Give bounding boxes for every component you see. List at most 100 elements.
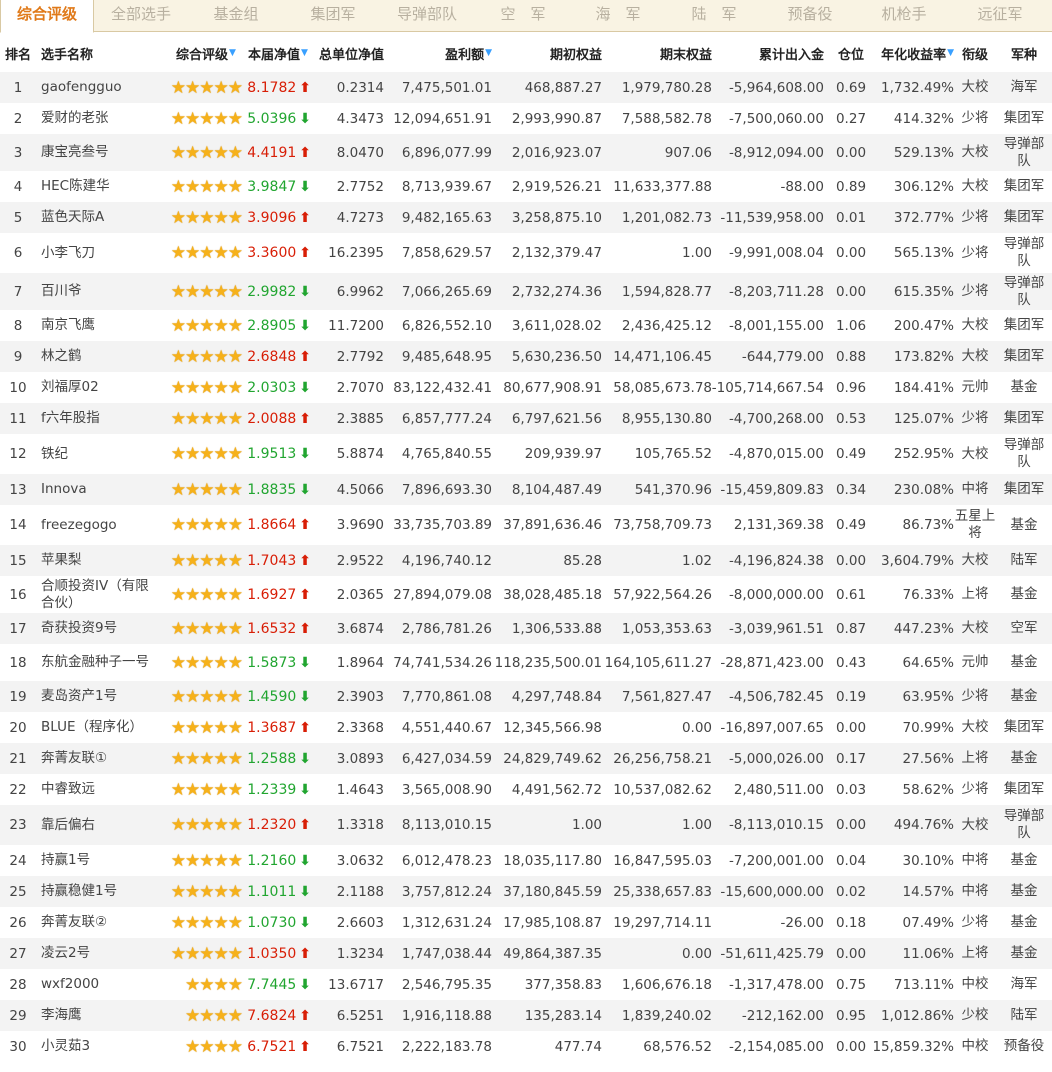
- arrow-up-icon: ⬆: [299, 410, 311, 427]
- rank-cell: 21: [9, 750, 27, 767]
- player-name-link[interactable]: 合顺投资IV（有限合伙）: [41, 576, 151, 613]
- table-row[interactable]: 29 李海鹰 ★★★★ 7.6824 ⬆ 6.5251 1,916,118.88 135,28…: [0, 1000, 1052, 1031]
- branch-cell: 基金: [1010, 379, 1038, 395]
- table-row[interactable]: 22 中睿致远 ★★★★★ 1.2339 ⬇ 1.4643 3,565,008.90 4,49…: [0, 774, 1052, 805]
- player-name-link[interactable]: 靠后偏右: [41, 805, 151, 845]
- header-nav[interactable]: 本届净值 ▼: [243, 34, 313, 72]
- player-name-link[interactable]: 爱财的老张: [41, 103, 151, 134]
- tab-4[interactable]: 导弹部队: [378, 0, 476, 31]
- header-rating[interactable]: 综合评级 ▼: [170, 34, 242, 72]
- table-row[interactable]: 21 奔菁友联① ★★★★★ 1.2588 ⬇ 3.0893 6,427,034.59 24,…: [0, 743, 1052, 774]
- table-row[interactable]: 8 南京飞鹰 ★★★★★ 2.8905 ⬇ 11.7200 6,826,552.10 3,61…: [0, 310, 1052, 341]
- tab-0[interactable]: 综合评级: [0, 0, 94, 33]
- tab-6[interactable]: 海 军: [568, 0, 668, 31]
- table-row[interactable]: 28 wxf2000 ★★★★ 7.7445 ⬇ 13.6717 2,546,795.35 3…: [0, 969, 1052, 1000]
- position-cell: 0.27: [835, 110, 867, 127]
- unit-nav-cell: 3.6874: [336, 620, 384, 637]
- player-name-link[interactable]: 小李飞刀: [41, 233, 151, 273]
- player-name-link[interactable]: 东航金融种子一号: [41, 644, 151, 681]
- end-equity-cell: 19,297,714.11: [613, 914, 712, 931]
- tab-2[interactable]: 基金组: [190, 0, 282, 31]
- end-equity-cell: 26,256,758.21: [613, 750, 712, 767]
- player-name-link[interactable]: 林之鹤: [41, 341, 151, 372]
- table-row[interactable]: 12 铁纪 ★★★★★ 1.9513 ⬇ 5.8874 4,765,840.55 209,93…: [0, 434, 1052, 474]
- player-name-link[interactable]: freezegogo: [41, 505, 151, 545]
- nav-cell: 8.1782 ⬆: [243, 72, 311, 103]
- table-row[interactable]: 9 林之鹤 ★★★★★ 2.6848 ⬆ 2.7792 9,485,648.95 5,630,…: [0, 341, 1052, 372]
- tab-1[interactable]: 全部选手: [92, 0, 190, 31]
- end-equity-cell: 1,053,353.63: [621, 620, 712, 637]
- player-name-link[interactable]: BLUE（程序化）: [41, 712, 151, 743]
- arrow-down-icon: ⬇: [299, 688, 311, 705]
- tab-5[interactable]: 空 军: [473, 0, 573, 31]
- player-name-link[interactable]: 康宝亮叁号: [41, 134, 151, 171]
- player-name-link[interactable]: 奇获投资9号: [41, 613, 151, 644]
- table-row[interactable]: 30 小灵茹3 ★★★★ 6.7521 ⬆ 6.7521 2,222,183.78 477.7…: [0, 1031, 1052, 1062]
- table-row[interactable]: 1 gaofengguo ★★★★★ 8.1782 ⬆ 0.2314 7,475,501.0…: [0, 72, 1052, 103]
- nav-cell: 3.3600 ⬆: [243, 233, 311, 273]
- table-row[interactable]: 5 蓝色天际A ★★★★★ 3.9096 ⬆ 4.7273 9,482,165.63 3,25…: [0, 202, 1052, 233]
- position-cell: 0.61: [835, 586, 867, 603]
- header-profit[interactable]: 盈利额 ▼: [396, 34, 492, 72]
- table-row[interactable]: 23 靠后偏右 ★★★★★ 1.2320 ⬆ 1.3318 8,113,010.15 1.00…: [0, 805, 1052, 845]
- table-row[interactable]: 27 凌云2号 ★★★★★ 1.0350 ⬆ 1.3234 1,747,038.44 49,8…: [0, 938, 1052, 969]
- player-name-link[interactable]: 麦岛资产1号: [41, 681, 151, 712]
- player-name-link[interactable]: 中睿致远: [41, 774, 151, 805]
- player-name-link[interactable]: f六年股指: [41, 403, 151, 434]
- table-row[interactable]: 6 小李飞刀 ★★★★★ 3.3600 ⬆ 16.2395 7,858,629.57 2,13…: [0, 233, 1052, 273]
- player-name-link[interactable]: 持赢稳健1号: [41, 876, 151, 907]
- tab-10[interactable]: 远征军: [952, 0, 1048, 31]
- table-row[interactable]: 26 奔菁友联② ★★★★★ 1.0730 ⬇ 2.6603 1,312,631.24 17,…: [0, 907, 1052, 938]
- table-row[interactable]: 10 刘福厚02 ★★★★★ 2.0303 ⬇ 2.7070 83,122,432.41 80…: [0, 372, 1052, 403]
- table-row[interactable]: 20 BLUE（程序化） ★★★★★ 1.3687 ⬆ 2.3368 4,551,440.6…: [0, 712, 1052, 743]
- tab-9[interactable]: 机枪手: [857, 0, 951, 31]
- player-name-link[interactable]: 铁纪: [41, 434, 151, 474]
- tab-7[interactable]: 陆 军: [665, 0, 763, 31]
- rank-cell: 4: [13, 178, 23, 195]
- player-name-link[interactable]: wxf2000: [41, 969, 151, 1000]
- start-equity-cell: 2,016,923.07: [511, 144, 602, 161]
- player-name-link[interactable]: 持赢1号: [41, 845, 151, 876]
- tab-8[interactable]: 预备役: [762, 0, 858, 31]
- start-equity-cell: 468,887.27: [524, 79, 602, 96]
- player-name-link[interactable]: 凌云2号: [41, 938, 151, 969]
- unit-nav-cell: 2.0365: [336, 586, 384, 603]
- player-name-link[interactable]: 小灵茹3: [41, 1031, 151, 1062]
- player-name-link[interactable]: gaofengguo: [41, 72, 151, 103]
- table-row[interactable]: 16 合顺投资IV（有限合伙） ★★★★★ 1.6927 ⬆ 2.0365 27,894,0…: [0, 576, 1052, 613]
- player-name-link[interactable]: 百川爷: [41, 273, 151, 310]
- annual-return-cell: 07.49%: [902, 914, 954, 931]
- header-grade: 衔级: [961, 47, 988, 63]
- player-name-link[interactable]: Innova: [41, 474, 151, 505]
- player-name-link[interactable]: 刘福厚02: [41, 372, 151, 403]
- nav-cell: 1.4590 ⬇: [243, 681, 311, 712]
- player-name-link[interactable]: 南京飞鹰: [41, 310, 151, 341]
- table-row[interactable]: 11 f六年股指 ★★★★★ 2.0088 ⬆ 2.3885 6,857,777.24 6,7…: [0, 403, 1052, 434]
- table-row[interactable]: 4 HEC陈建华 ★★★★★ 3.9847 ⬇ 2.7752 8,713,939.67 2,9…: [0, 171, 1052, 202]
- header-annual-return[interactable]: 年化收益率 ▼: [868, 34, 954, 72]
- player-name-link[interactable]: 李海鹰: [41, 1000, 151, 1031]
- rank-cell: 2: [13, 110, 23, 127]
- table-row[interactable]: 17 奇获投资9号 ★★★★★ 1.6532 ⬆ 3.6874 2,786,781.26 1,…: [0, 613, 1052, 644]
- table-row[interactable]: 7 百川爷 ★★★★★ 2.9982 ⬇ 6.9962 7,066,265.69 2,732,…: [0, 273, 1052, 310]
- rank-cell: 3: [13, 144, 23, 161]
- table-row[interactable]: 24 持赢1号 ★★★★★ 1.2160 ⬇ 3.0632 6,012,478.23 18,0…: [0, 845, 1052, 876]
- player-name-link[interactable]: 奔菁友联①: [41, 743, 151, 774]
- table-row[interactable]: 14 freezegogo ★★★★★ 1.8664 ⬆ 3.9690 33,735,703…: [0, 505, 1052, 545]
- tab-3[interactable]: 集团军: [285, 0, 381, 31]
- table-row[interactable]: 15 苹果梨 ★★★★★ 1.7043 ⬆ 2.9522 4,196,740.12 85.28…: [0, 545, 1052, 576]
- table-row[interactable]: 2 爱财的老张 ★★★★★ 5.0396 ⬇ 4.3473 12,094,651.91 2,9…: [0, 103, 1052, 134]
- grade-cell: 中校: [961, 1038, 989, 1054]
- grade-cell: 大校: [961, 144, 989, 160]
- table-row[interactable]: 25 持赢稳健1号 ★★★★★ 1.1011 ⬇ 2.1188 3,757,812.24 37…: [0, 876, 1052, 907]
- player-name-link[interactable]: 蓝色天际A: [41, 202, 151, 233]
- player-name-link[interactable]: 奔菁友联②: [41, 907, 151, 938]
- table-row[interactable]: 18 东航金融种子一号 ★★★★★ 1.5873 ⬇ 1.8964 74,741,534.2…: [0, 644, 1052, 681]
- table-row[interactable]: 19 麦岛资产1号 ★★★★★ 1.4590 ⬇ 2.3903 7,770,861.08 4,…: [0, 681, 1052, 712]
- table-row[interactable]: 3 康宝亮叁号 ★★★★★ 4.4191 ⬆ 8.0470 6,896,077.99 2,01…: [0, 134, 1052, 171]
- player-name-link[interactable]: 苹果梨: [41, 545, 151, 576]
- table-row[interactable]: 13 Innova ★★★★★ 1.8835 ⬇ 4.5066 7,896,693.30 8,…: [0, 474, 1052, 505]
- annual-return-cell: 447.23%: [893, 620, 954, 637]
- nav-value: 1.0730: [247, 914, 297, 931]
- player-name-link[interactable]: HEC陈建华: [41, 171, 151, 202]
